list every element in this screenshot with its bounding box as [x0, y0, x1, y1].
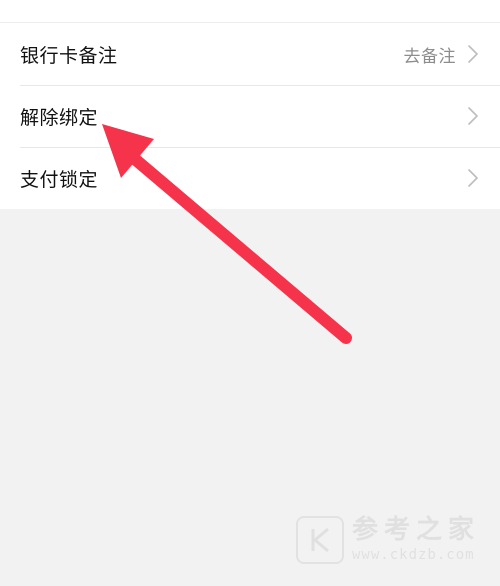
- payment-lock-label: 支付锁定: [20, 168, 99, 191]
- watermark-title: 参考之家: [352, 515, 481, 545]
- chevron-right-icon: [468, 107, 478, 125]
- bank-card-note-row[interactable]: 银行卡备注 去备注: [0, 23, 500, 85]
- chevron-right-icon: [468, 45, 478, 63]
- top-section-edge: [0, 0, 500, 23]
- bank-card-note-label: 银行卡备注: [20, 44, 118, 67]
- unbind-row[interactable]: 解除绑定: [0, 85, 500, 147]
- watermark-text: 参考之家 www.ckdzb.com: [352, 515, 481, 564]
- chevron-right-icon: [468, 169, 478, 187]
- k-logo-icon: [296, 516, 344, 564]
- settings-list: 银行卡备注 去备注 解除绑定 支付锁定: [0, 23, 500, 209]
- payment-lock-right: [468, 169, 478, 187]
- payment-lock-row[interactable]: 支付锁定: [0, 147, 500, 209]
- watermark: 参考之家 www.ckdzb.com: [296, 516, 480, 564]
- unbind-label: 解除绑定: [20, 106, 99, 129]
- unbind-right: [468, 107, 478, 125]
- add-note-hint: 去备注: [403, 46, 456, 67]
- bank-card-note-right: 去备注: [404, 42, 479, 67]
- bank-card-settings-page: 银行卡备注 去备注 解除绑定 支付锁定 参考之家 www.ckdzb.com: [0, 0, 500, 586]
- watermark-url: www.ckdzb.com: [352, 547, 475, 564]
